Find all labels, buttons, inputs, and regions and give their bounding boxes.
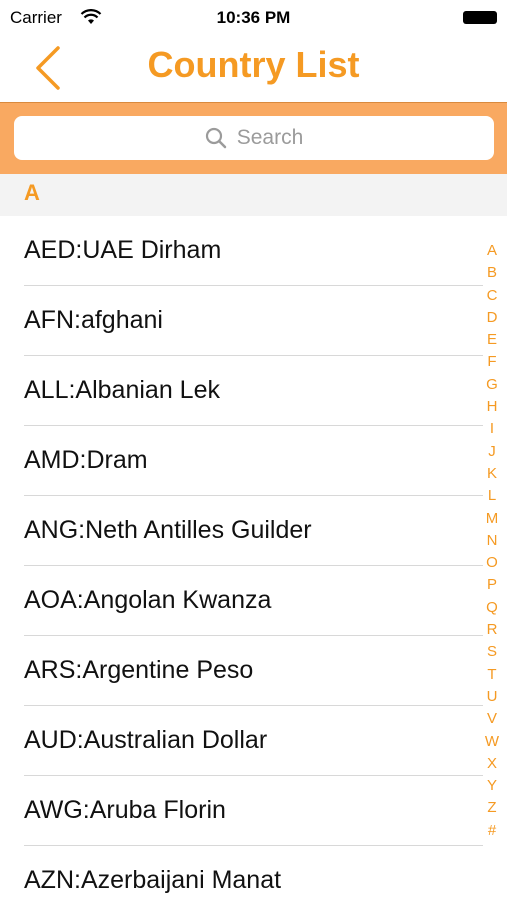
list-item-label: AFN:afghani — [24, 306, 163, 334]
list-item-label: AUD:Australian Dollar — [24, 726, 268, 754]
search-placeholder: Search — [236, 126, 304, 149]
list-item-label: ANG:Neth Antilles Guilder — [24, 516, 312, 544]
index-letter[interactable]: D — [483, 307, 501, 329]
index-letter[interactable]: A — [483, 240, 501, 262]
index-letter[interactable]: M — [483, 508, 501, 530]
index-letter[interactable]: U — [483, 686, 501, 708]
list-item-label: AMD:Dram — [24, 446, 148, 474]
list-item-label: AWG:Aruba Florin — [24, 796, 226, 824]
list-item-label: AZN:Azerbaijani Manat — [24, 866, 282, 894]
index-letter[interactable]: R — [483, 619, 501, 641]
index-letter[interactable]: K — [483, 463, 501, 485]
index-letter[interactable]: L — [483, 485, 501, 507]
index-letter[interactable]: B — [483, 262, 501, 284]
index-letter[interactable]: P — [483, 574, 501, 596]
search-bar: Search — [0, 102, 507, 175]
index-letter[interactable]: H — [483, 396, 501, 418]
index-letter[interactable]: E — [483, 329, 501, 351]
section-index-bar[interactable]: A B C D E F G H I J K L M N O P Q R S T … — [483, 240, 501, 842]
section-header-letter: A — [24, 180, 40, 205]
status-bar: Carrier 10:36 PM — [0, 0, 507, 36]
index-letter[interactable]: J — [483, 441, 501, 463]
index-letter[interactable]: G — [483, 374, 501, 396]
currency-list: AED:UAE Dirham AFN:afghani ALL:Albanian … — [0, 216, 507, 900]
list-item[interactable]: ALL:Albanian Lek — [0, 356, 507, 426]
index-letter[interactable]: N — [483, 530, 501, 552]
list-item[interactable]: ARS:Argentine Peso — [0, 636, 507, 706]
index-letter[interactable]: T — [483, 664, 501, 686]
list-item-label: AOA:Angolan Kwanza — [24, 586, 272, 614]
search-icon — [205, 127, 226, 149]
list-item[interactable]: AFN:afghani — [0, 286, 507, 356]
section-header: A — [0, 174, 507, 216]
list-item[interactable]: ANG:Neth Antilles Guilder — [0, 496, 507, 566]
clock: 10:36 PM — [216, 8, 291, 27]
page-title: Country List — [147, 44, 360, 85]
index-letter[interactable]: # — [483, 820, 501, 842]
search-input[interactable]: Search — [14, 116, 494, 160]
index-letter[interactable]: V — [483, 708, 501, 730]
index-letter[interactable]: O — [483, 552, 501, 574]
index-letter[interactable]: Z — [483, 797, 501, 819]
index-letter[interactable]: I — [483, 418, 501, 440]
list-item-label: ARS:Argentine Peso — [24, 656, 254, 684]
index-letter[interactable]: F — [483, 351, 501, 373]
list-item[interactable]: AZN:Azerbaijani Manat — [0, 846, 507, 916]
navigation-bar: Country List — [0, 36, 507, 102]
list-item-label: AED:UAE Dirham — [24, 236, 222, 264]
index-letter[interactable]: Q — [483, 597, 501, 619]
list-item[interactable]: AED:UAE Dirham — [0, 216, 507, 286]
list-item[interactable]: AWG:Aruba Florin — [0, 776, 507, 846]
index-letter[interactable]: S — [483, 641, 501, 663]
index-letter[interactable]: W — [483, 731, 501, 753]
list-item-label: ALL:Albanian Lek — [24, 376, 220, 404]
list-item[interactable]: AOA:Angolan Kwanza — [0, 566, 507, 636]
index-letter[interactable]: Y — [483, 775, 501, 797]
battery-icon — [463, 11, 497, 24]
index-letter[interactable]: C — [483, 285, 501, 307]
list-item[interactable]: AMD:Dram — [0, 426, 507, 496]
index-letter[interactable]: X — [483, 753, 501, 775]
list-item[interactable]: AUD:Australian Dollar — [0, 706, 507, 776]
